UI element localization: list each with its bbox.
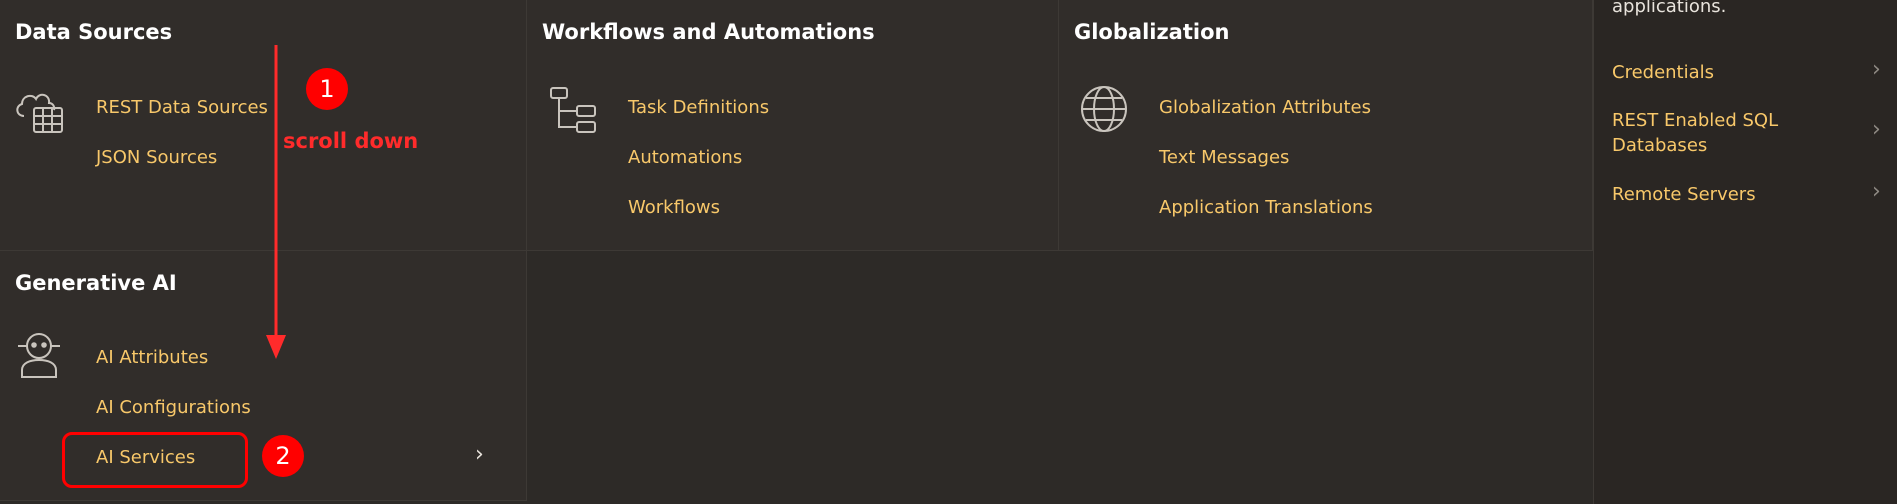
tree-nodes-icon [547, 82, 601, 136]
step-1-badge: 1 [306, 68, 348, 110]
link-automations[interactable]: Automations [628, 147, 742, 168]
panel-title-generative-ai: Generative AI [15, 271, 177, 295]
link-json-sources[interactable]: JSON Sources [96, 147, 217, 168]
link-remote-servers[interactable]: Remote Servers [1612, 182, 1852, 207]
link-credentials[interactable]: Credentials [1612, 60, 1852, 85]
scroll-down-arrow [266, 45, 286, 359]
right-pane-description: applications. [1612, 0, 1727, 17]
ai-services-highlight [62, 432, 248, 488]
panel-title-data-sources: Data Sources [15, 20, 173, 44]
link-rest-enabled-sql-databases[interactable]: REST Enabled SQL Databases [1612, 108, 1802, 158]
chevron-right-icon[interactable]: › [1872, 117, 1881, 142]
link-ai-attributes[interactable]: AI Attributes [96, 347, 208, 368]
chevron-right-icon[interactable]: › [1872, 179, 1881, 204]
link-application-translations[interactable]: Application Translations [1159, 197, 1373, 218]
link-workflows[interactable]: Workflows [628, 197, 720, 218]
panel-data-sources: Data Sources REST Data Sources JSON Sour… [0, 0, 527, 251]
cloud-table-icon [12, 82, 66, 136]
globe-icon [1077, 82, 1131, 136]
panel-workflows: Workflows and Automations Task Definitio… [527, 0, 1059, 251]
link-rest-data-sources[interactable]: REST Data Sources [96, 97, 268, 118]
panel-title-workflows: Workflows and Automations [542, 20, 875, 44]
right-pane: applications. Credentials › REST Enabled… [1593, 0, 1897, 504]
chevron-right-icon[interactable]: › [1872, 57, 1881, 82]
step-2-badge: 2 [262, 435, 304, 477]
chevron-right-icon[interactable]: › [475, 442, 484, 467]
panel-globalization: Globalization Globalization Attributes T… [1059, 0, 1593, 251]
link-text-messages[interactable]: Text Messages [1159, 147, 1289, 168]
link-task-definitions[interactable]: Task Definitions [628, 97, 769, 118]
step-1-instruction: scroll down [283, 129, 419, 153]
panel-title-globalization: Globalization [1074, 20, 1230, 44]
link-globalization-attributes[interactable]: Globalization Attributes [1159, 97, 1371, 118]
ai-robot-icon [12, 328, 66, 382]
link-ai-configurations[interactable]: AI Configurations [96, 397, 251, 418]
